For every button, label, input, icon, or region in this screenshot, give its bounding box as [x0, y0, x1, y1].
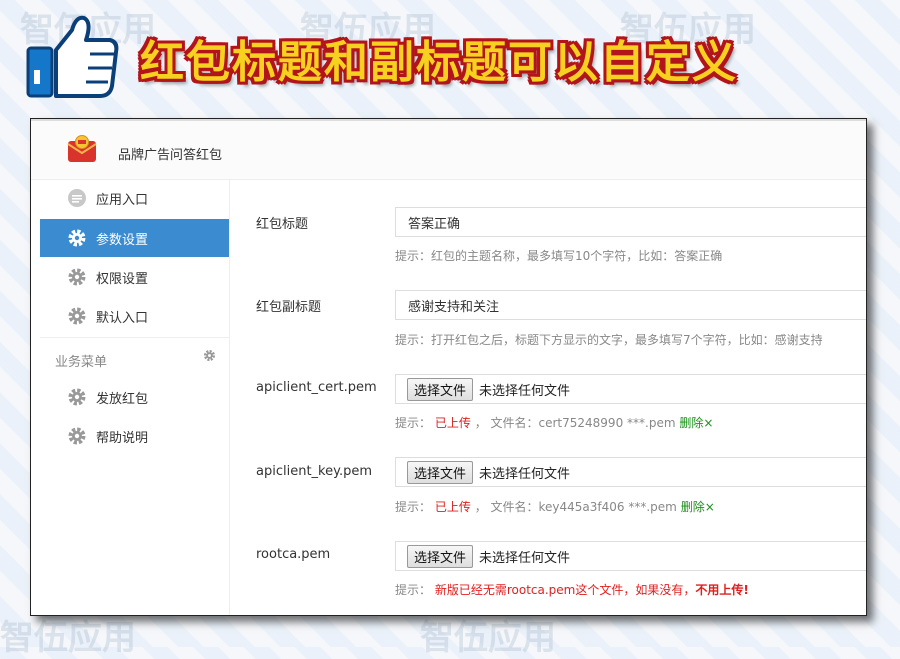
key-label: apiclient_key.pem — [256, 464, 372, 479]
divider — [40, 337, 229, 338]
delete-link[interactable]: 删除× — [679, 416, 713, 430]
title-input[interactable]: 答案正确 — [395, 207, 866, 237]
no-file-text: 未选择任何文件 — [479, 383, 571, 399]
thumbs-up-icon — [26, 15, 119, 98]
cert-file-input: 选择文件 未选择任何文件 — [395, 374, 866, 404]
uploaded-status: 已上传 — [434, 416, 471, 430]
gear-icon[interactable] — [203, 349, 216, 362]
title-label: 红包标题 — [256, 217, 309, 232]
choose-file-button[interactable]: 选择文件 — [407, 377, 474, 401]
app-window: 品牌广告问答红包 应用入口 参数设置 权限设置 默认入口 业务菜单 发放红包 帮… — [30, 118, 867, 616]
gear-icon — [67, 228, 87, 248]
hint-prefix: 提示： — [395, 416, 432, 430]
key-file-input: 选择文件 未选择任何文件 — [395, 457, 866, 487]
subtitle-label: 红包副标题 — [256, 300, 322, 315]
sidebar-item-label: 参数设置 — [96, 232, 149, 248]
sidebar-item-help[interactable]: 帮助说明 — [40, 417, 229, 455]
section-label: 业务菜单 — [55, 355, 108, 370]
sidebar-item-permissions[interactable]: 权限设置 — [40, 258, 229, 296]
rootca-label: rootca.pem — [256, 547, 331, 562]
sidebar-item-label: 发放红包 — [96, 391, 149, 407]
chat-bubble-icon — [67, 188, 87, 208]
cert-hint: 提示： 已上传 ， 文件名：cert75248990 ***.pem 删除× — [395, 414, 713, 431]
banner-headline: 红包标题和副标题可以自定义 — [140, 37, 738, 88]
banner: 红包标题和副标题可以自定义 — [0, 0, 900, 118]
no-file-text: 未选择任何文件 — [479, 550, 571, 566]
subtitle-input[interactable]: 感谢支持和关注 — [395, 290, 866, 320]
hint-prefix: 提示： — [395, 500, 432, 514]
choose-file-button[interactable]: 选择文件 — [407, 544, 474, 568]
gear-icon — [67, 306, 87, 326]
red-envelope-logo-icon — [67, 135, 97, 162]
sidebar-item-send-redpacket[interactable]: 发放红包 — [40, 378, 229, 416]
watermark-text: 智伍应用 — [0, 618, 136, 658]
app-header: 品牌广告问答红包 — [31, 119, 866, 180]
sidebar-item-label: 权限设置 — [96, 271, 149, 287]
rootca-file-input: 选择文件 未选择任何文件 — [395, 541, 866, 571]
cert-label: apiclient_cert.pem — [256, 380, 377, 395]
file-name-text: ， 文件名：key445a3f406 ***.pem — [474, 500, 677, 514]
gear-icon — [67, 267, 87, 287]
sidebar-item-default-entry[interactable]: 默认入口 — [40, 297, 229, 335]
delete-link[interactable]: 删除× — [681, 500, 715, 514]
sidebar: 应用入口 参数设置 权限设置 默认入口 业务菜单 发放红包 帮助说明 — [40, 179, 230, 615]
watermark-text: 智伍应用 — [420, 618, 556, 658]
rootca-notice-bold: 不用上传! — [695, 583, 749, 597]
choose-file-button[interactable]: 选择文件 — [407, 460, 474, 484]
app-title: 品牌广告问答红包 — [118, 148, 223, 163]
uploaded-status: 已上传 — [434, 500, 471, 514]
gear-icon — [67, 387, 87, 407]
title-hint: 提示：红包的主题名称，最多填写10个字符，比如：答案正确 — [395, 249, 723, 263]
file-name-text: ， 文件名：cert75248990 ***.pem — [474, 416, 676, 430]
key-hint: 提示： 已上传 ， 文件名：key445a3f406 ***.pem 删除× — [395, 498, 715, 515]
gear-icon — [67, 426, 87, 446]
hint-prefix: 提示： — [395, 583, 432, 597]
no-file-text: 未选择任何文件 — [479, 466, 571, 482]
subtitle-hint: 提示：打开红包之后，标题下方显示的文字，最多填写7个字符，比如：感谢支持 — [395, 333, 823, 347]
sidebar-item-label: 应用入口 — [96, 192, 149, 208]
rootca-notice: 新版已经无需rootca.pem这个文件，如果没有， — [434, 583, 696, 597]
sidebar-item-app-entry[interactable]: 应用入口 — [40, 179, 229, 217]
sidebar-item-params[interactable]: 参数设置 — [40, 219, 229, 257]
sidebar-item-label: 帮助说明 — [96, 430, 149, 446]
sidebar-item-label: 默认入口 — [96, 310, 149, 326]
rootca-hint: 提示： 新版已经无需rootca.pem这个文件，如果没有，不用上传! — [395, 581, 749, 598]
